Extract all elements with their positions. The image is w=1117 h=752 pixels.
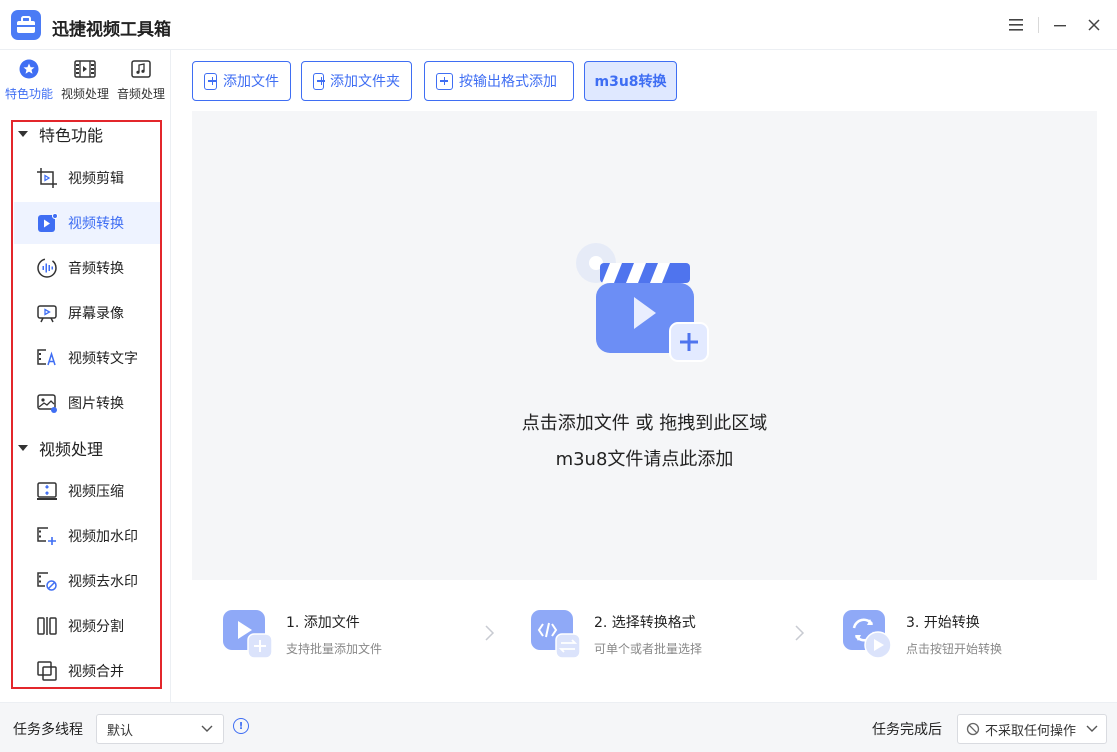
sidebar-item-label: 视频去水印 [68,574,138,590]
tab-label: 视频处理 [60,87,109,101]
video-add-icon [576,243,709,362]
button-label: 按输出格式添加 [459,74,557,90]
caret-down-icon [18,445,28,451]
audio-wave-icon [36,257,58,279]
sidebar-item-label: 音频转换 [68,261,124,277]
step-description: 点击按钮开始转换 [906,642,1003,656]
chevron-right-icon [485,625,495,641]
sidebar-item-screen-record[interactable]: 屏幕录像 [14,292,160,334]
sidebar-item-label: 视频加水印 [68,529,138,545]
sidebar-item-audio-convert[interactable]: 音频转换 [14,247,160,289]
title-bar: 迅捷视频工具箱 [0,0,1117,50]
screen-record-icon [36,302,58,324]
group-featured-header[interactable]: 特色功能 [16,121,156,147]
crop-icon [36,167,58,189]
step-select-format: 2. 选择转换格式 可单个或者批量选择 [530,608,730,662]
sidebar-item-video-to-text[interactable]: 视频转文字 [14,337,160,379]
music-note-icon [130,58,152,80]
no-action-icon [966,722,980,736]
tab-label: 特色功能 [4,87,53,101]
close-icon[interactable] [1082,13,1106,37]
step-title: 2. 选择转换格式 [594,615,696,631]
m3u8-add-link[interactable]: m3u8文件请点此添加 [192,445,1097,471]
info-icon[interactable]: ! [233,718,249,734]
button-label: m3u8转换 [594,74,667,90]
add-by-format-button[interactable]: 按输出格式添加 [424,61,574,101]
select-format-step-icon [531,610,581,659]
add-file-button[interactable]: 添加文件 [192,61,291,101]
sidebar-item-image-convert[interactable]: 图片转换 [14,382,160,424]
group-label: 视频处理 [39,440,104,459]
add-folder-button[interactable]: 添加文件夹 [301,61,412,101]
caret-down-icon [18,131,28,137]
button-label: 添加文件 [223,74,279,90]
step-start-convert: 3. 开始转换 点击按钮开始转换 [842,608,1042,662]
bottom-bar: 任务多线程 默认 任务完成后 不采取任何操作 [0,702,1117,752]
select-value: 不采取任何操作 [985,723,1077,739]
step-add-file: 1. 添加文件 支持批量添加文件 [222,608,422,662]
compress-icon [36,480,58,502]
sidebar-item-video-compress[interactable]: 视频压缩 [14,470,160,512]
app-title: 迅捷视频工具箱 [52,20,171,40]
main-panel: 添加文件 添加文件夹 按输出格式添加 m3u8转换 点击添加文件 或 拖拽到此区… [172,50,1117,702]
sidebar: 特色功能 视频处理 音频处理 特色功能 视频剪辑 视频转换 音频转换 屏幕录像 … [0,50,171,702]
after-complete-select[interactable]: 不采取任何操作 [957,714,1107,744]
tab-featured[interactable]: 特色功能 [1,58,57,104]
merge-icon [36,660,58,682]
sidebar-item-video-edit[interactable]: 视频剪辑 [14,157,160,199]
add-icon [313,72,325,90]
m3u8-convert-button[interactable]: m3u8转换 [584,61,677,101]
threads-label: 任务多线程 [13,722,83,738]
step-title: 3. 开始转换 [906,615,980,631]
sidebar-item-label: 屏幕录像 [68,306,124,322]
video-convert-icon [36,212,58,234]
minimize-icon[interactable] [1048,13,1072,37]
sidebar-item-remove-watermark[interactable]: 视频去水印 [14,560,160,602]
chevron-down-icon [201,725,213,732]
tab-label: 音频处理 [116,87,165,101]
select-value: 默认 [107,723,134,739]
dropzone-instruction: 点击添加文件 或 拖拽到此区域 [521,413,768,434]
threads-select[interactable]: 默认 [96,714,224,744]
group-label: 特色功能 [39,126,104,145]
remove-watermark-icon [36,570,58,592]
add-icon [436,72,453,90]
star-icon [18,58,40,80]
tab-video-processing[interactable]: 视频处理 [57,58,113,104]
sidebar-item-label: 视频分割 [68,619,124,635]
sidebar-item-label: 视频转文字 [68,351,138,367]
app-logo-icon [11,10,41,40]
step-description: 支持批量添加文件 [286,642,383,656]
sidebar-item-video-split[interactable]: 视频分割 [14,605,160,647]
tab-audio-processing[interactable]: 音频处理 [113,58,169,104]
title-separator [1038,17,1039,33]
group-video-processing-header[interactable]: 视频处理 [16,435,156,461]
start-convert-step-icon [843,610,892,659]
sidebar-item-label: 视频转换 [68,216,124,232]
sidebar-item-label: 视频压缩 [68,484,124,500]
sidebar-item-label: 视频剪辑 [68,171,124,187]
chevron-down-icon [1086,725,1098,732]
after-complete-label: 任务完成后 [872,722,942,738]
sidebar-item-video-merge[interactable]: 视频合并 [14,650,160,692]
menu-icon[interactable] [1004,13,1028,37]
file-dropzone[interactable]: 点击添加文件 或 拖拽到此区域 m3u8文件请点此添加 [192,111,1097,580]
sidebar-item-video-convert[interactable]: 视频转换 [14,202,160,244]
split-icon [36,615,58,637]
image-convert-icon [36,392,58,414]
sidebar-item-add-watermark[interactable]: 视频加水印 [14,515,160,557]
add-icon [204,72,217,90]
step-description: 可单个或者批量选择 [594,642,703,656]
sidebar-item-label: 视频合并 [68,664,124,680]
film-icon [74,58,96,80]
button-label: 添加文件夹 [330,74,400,90]
chevron-right-icon [795,625,805,641]
add-watermark-icon [36,525,58,547]
add-file-step-icon [223,610,273,659]
step-title: 1. 添加文件 [286,615,360,631]
sidebar-item-label: 图片转换 [68,396,124,412]
video-to-text-icon [36,347,58,369]
